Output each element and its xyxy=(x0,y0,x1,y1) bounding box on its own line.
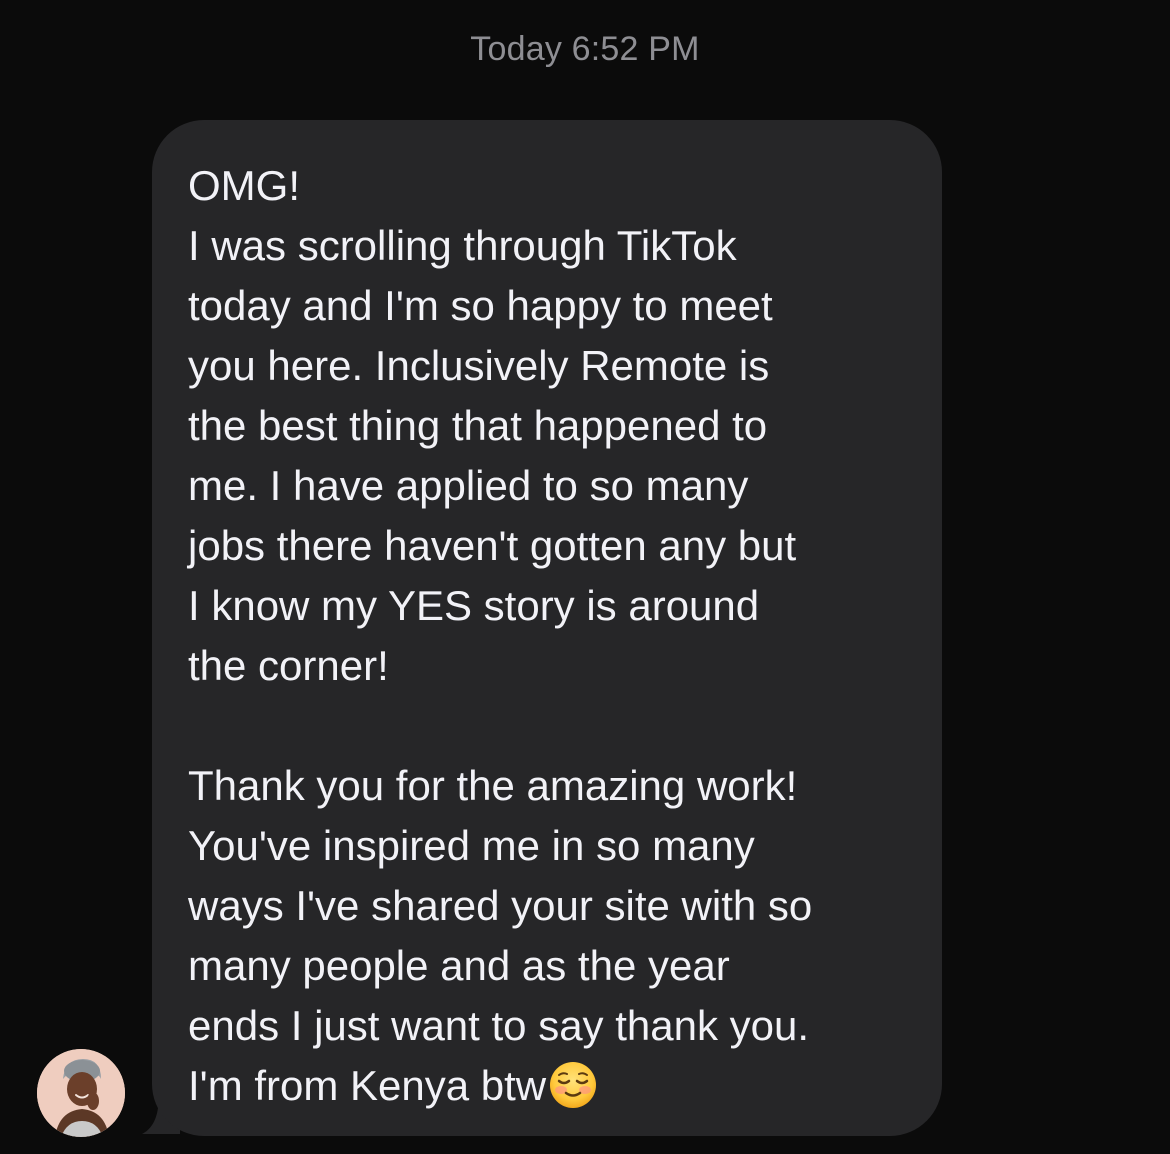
message-line: Thank you for the amazing work! xyxy=(188,762,798,809)
message-line: today and I'm so happy to meet xyxy=(188,282,773,329)
message-line: the best thing that happened to xyxy=(188,402,768,449)
message-thread: Today 6:52 PM OMG! I was scrolling throu… xyxy=(0,0,1170,1154)
message-line: I'm from Kenya btw xyxy=(188,1062,547,1109)
sender-avatar[interactable] xyxy=(37,1049,125,1137)
message-line: jobs there haven't gotten any but xyxy=(188,522,797,569)
message-line: I know my YES story is around xyxy=(188,582,760,629)
received-message-bubble[interactable]: OMG! I was scrolling through TikTok toda… xyxy=(152,120,942,1136)
avatar-photo-icon xyxy=(37,1049,125,1137)
message-line: the corner! xyxy=(188,642,389,689)
message-line: I was scrolling through TikTok xyxy=(188,222,737,269)
message-line: ends I just want to say thank you. xyxy=(188,1002,810,1049)
message-line: many people and as the year xyxy=(188,942,730,989)
message-line: you here. Inclusively Remote is xyxy=(188,342,770,389)
message-timestamp: Today 6:52 PM xyxy=(470,30,700,68)
message-line: me. I have applied to so many xyxy=(188,462,749,509)
smiling-face-emoji-icon xyxy=(550,1062,597,1108)
message-line: You've inspired me in so many xyxy=(188,822,755,869)
message-line: ways I've shared your site with so xyxy=(188,882,813,929)
message-line: OMG! xyxy=(188,162,300,209)
message-body: OMG! I was scrolling through TikTok toda… xyxy=(188,156,918,1116)
